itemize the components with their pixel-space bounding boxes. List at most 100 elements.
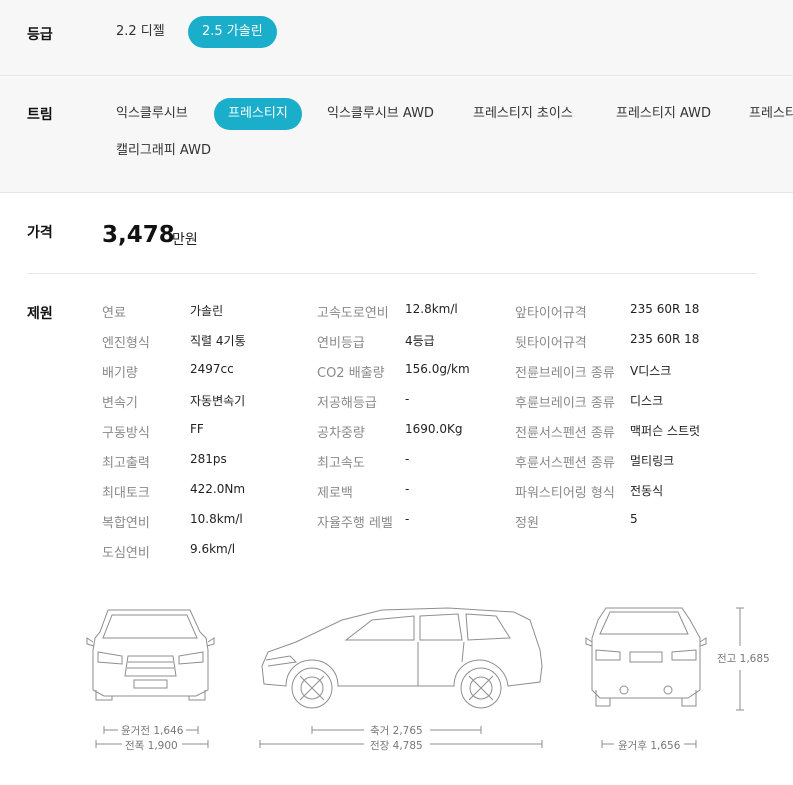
- spec-label: CO2 배출량: [317, 366, 385, 381]
- trim-option-exclusive-awd[interactable]: 익스클루시브 AWD: [327, 98, 434, 130]
- spec-row: 앞타이어규격 235 60R 18: [515, 302, 700, 332]
- car-front-view-icon: [86, 609, 215, 701]
- spec-row: 변속기 자동변속기: [102, 392, 246, 422]
- car-side-view-icon: [261, 607, 543, 709]
- spec-row: 공차중량 1690.0Kg: [317, 422, 470, 452]
- spec-column-1: 연료 가솔린 엔진형식 직렬 4기통 배기량 2497cc 변속기 자동변속기 구동방식…: [102, 302, 246, 572]
- spec-value: -: [405, 482, 410, 496]
- spec-row: 자율주행 레벨 -: [317, 512, 470, 542]
- spec-value: 422.0Nm: [190, 482, 246, 496]
- front-track-label: 윤거전 1,646: [121, 725, 184, 737]
- spec-label: 고속도로연비: [317, 306, 389, 321]
- spec-value: 디스크: [630, 394, 664, 408]
- trim-option-exclusive[interactable]: 익스클루시브: [116, 98, 188, 130]
- price-value: 3,478: [102, 222, 175, 248]
- spec-value: -: [405, 452, 410, 466]
- grade-label: 등급: [27, 27, 53, 43]
- spec-row: 저공해등급 -: [317, 392, 470, 422]
- trim-label: 트림: [27, 107, 53, 123]
- spec-column-2: 고속도로연비 12.8km/l 연비등급 4등급 CO2 배출량 156.0g/km …: [317, 302, 470, 542]
- spec-row: 후륜서스펜션 종류 멀티링크: [515, 452, 700, 482]
- spec-label: 배기량: [102, 366, 138, 381]
- dimension-drawing: [86, 607, 744, 748]
- spec-row: 연료 가솔린: [102, 302, 246, 332]
- price-unit: 만원: [172, 232, 198, 248]
- car-rear-view-icon: [585, 607, 707, 707]
- spec-row: CO2 배출량 156.0g/km: [317, 362, 470, 392]
- spec-row: 고속도로연비 12.8km/l: [317, 302, 470, 332]
- trim-option-prestige[interactable]: 프레스티지: [214, 98, 302, 130]
- length-label: 전장 4,785: [370, 740, 423, 752]
- spec-label: 엔진형식: [102, 336, 150, 351]
- spec-row: 전륜서스펜션 종류 맥퍼슨 스트럿: [515, 422, 700, 452]
- spec-label: 연료: [102, 306, 126, 321]
- spec-value: V디스크: [630, 364, 672, 378]
- wheelbase-label: 축거 2,765: [370, 725, 423, 737]
- spec-label: 최대토크: [102, 486, 150, 501]
- spec-value: 4등급: [405, 334, 435, 348]
- spec-row: 최고출력 281ps: [102, 452, 246, 482]
- rear-track-label: 윤거후 1,656: [618, 740, 681, 752]
- spec-value: 9.6km/l: [190, 542, 236, 556]
- trim-option-prestige-cut[interactable]: 프레스티: [749, 98, 793, 130]
- price-label: 가격: [27, 225, 53, 241]
- spec-row: 전륜브레이크 종류 V디스크: [515, 362, 700, 392]
- spec-value: 맥퍼슨 스트럿: [630, 424, 701, 438]
- trim-option-prestige-choice[interactable]: 프레스티지 초이스: [473, 98, 573, 130]
- trim-section: 트림 익스클루시브 프레스티지 익스클루시브 AWD 프레스티지 초이스 프레스…: [0, 77, 793, 193]
- spec-value: 156.0g/km: [405, 362, 470, 376]
- spec-row: 뒷타이어규격 235 60R 18: [515, 332, 700, 362]
- width-label: 전폭 1,900: [125, 740, 178, 752]
- spec-label: 최고속도: [317, 456, 365, 471]
- spec-value: 자동변속기: [190, 394, 246, 408]
- spec-row: 구동방식 FF: [102, 422, 246, 452]
- spec-value: -: [405, 392, 410, 406]
- spec-value: 2497cc: [190, 362, 234, 376]
- spec-row: 연비등급 4등급: [317, 332, 470, 362]
- spec-label: 복합연비: [102, 516, 150, 531]
- height-label: 전고 1,685: [717, 653, 770, 665]
- spec-value: 235 60R 18: [630, 302, 700, 316]
- spec-row: 후륜브레이크 종류 디스크: [515, 392, 700, 422]
- spec-value: 1690.0Kg: [405, 422, 463, 436]
- spec-value: FF: [190, 422, 204, 436]
- spec-label: 자율주행 레벨: [317, 516, 393, 531]
- spec-label: 연비등급: [317, 336, 365, 351]
- spec-row: 파워스티어링 형식 전동식: [515, 482, 700, 512]
- spec-row: 도심연비 9.6km/l: [102, 542, 246, 572]
- spec-row: 정원 5: [515, 512, 700, 542]
- spec-value: 12.8km/l: [405, 302, 458, 316]
- trim-option-prestige-awd[interactable]: 프레스티지 AWD: [616, 98, 711, 130]
- spec-label: 뒷타이어규격: [515, 336, 587, 351]
- trim-option-calligraphy-awd[interactable]: 캘리그래피 AWD: [116, 135, 211, 167]
- spec-row: 최대토크 422.0Nm: [102, 482, 246, 512]
- spec-value: 전동식: [630, 484, 664, 498]
- spec-label: 도심연비: [102, 546, 150, 561]
- spec-row: 배기량 2497cc: [102, 362, 246, 392]
- spec-value: -: [405, 512, 410, 526]
- spec-value: 멀티링크: [630, 454, 675, 468]
- spec-value: 235 60R 18: [630, 332, 700, 346]
- spec-label: 전륜브레이크 종류: [515, 366, 615, 381]
- spec-column-3: 앞타이어규격 235 60R 18 뒷타이어규격 235 60R 18 전륜브레이크…: [515, 302, 700, 542]
- spec-label: 정원: [515, 516, 539, 531]
- spec-value: 5: [630, 512, 638, 526]
- grade-section: 등급 2.2 디젤 2.5 가솔린: [0, 0, 793, 76]
- grade-option-gasoline[interactable]: 2.5 가솔린: [188, 16, 277, 48]
- spec-label: 최고출력: [102, 456, 150, 471]
- spec-value: 10.8km/l: [190, 512, 243, 526]
- spec-label: 저공해등급: [317, 396, 377, 411]
- grade-option-diesel[interactable]: 2.2 디젤: [116, 16, 165, 48]
- spec-value: 281ps: [190, 452, 227, 466]
- dimension-diagram: 윤거전 1,646 전폭 1,900 축거 2,765 전장 4,785 윤거후…: [0, 590, 793, 785]
- spec-label: 공차중량: [317, 426, 365, 441]
- section-divider: [27, 273, 757, 274]
- spec-label: 파워스티어링 형식: [515, 486, 615, 501]
- specs-label: 제원: [27, 306, 53, 322]
- spec-row: 엔진형식 직렬 4기통: [102, 332, 246, 362]
- spec-label: 전륜서스펜션 종류: [515, 426, 615, 441]
- spec-value: 직렬 4기통: [190, 334, 246, 348]
- spec-label: 앞타이어규격: [515, 306, 587, 321]
- spec-label: 후륜서스펜션 종류: [515, 456, 615, 471]
- spec-row: 최고속도 -: [317, 452, 470, 482]
